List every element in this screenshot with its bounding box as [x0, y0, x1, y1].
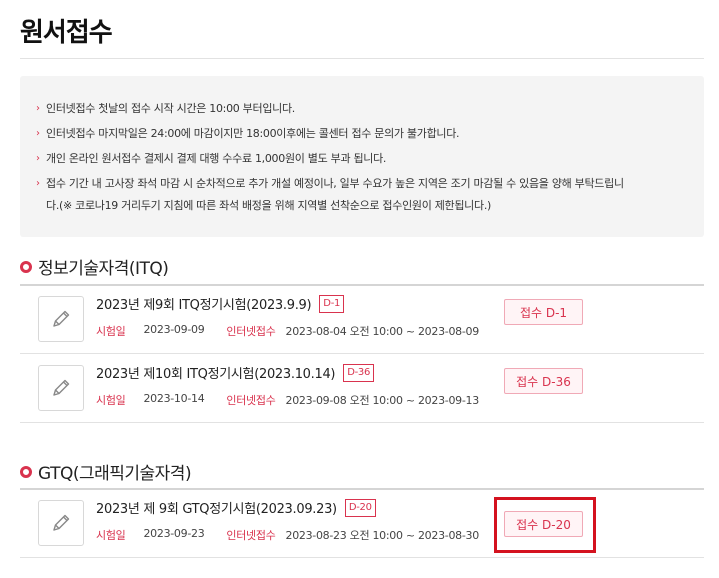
notice-item: › 개인 온라인 원서접수 결제시 결제 대행 수수료 1,000원이 별도 부과…	[36, 146, 688, 171]
apply-period-label: 인터넷접수	[226, 394, 276, 407]
notice-box: › 인터넷접수 첫날의 접수 시작 시간은 10:00 부터입니다. › 인터넷접수…	[20, 76, 704, 237]
exam-meta: 시험일 2023-10-14 인터넷접수 2023-09-08 오전 10:00…	[96, 392, 501, 408]
exam-title: 2023년 제9회 ITQ정기시험(2023.9.9) D-1	[96, 294, 345, 313]
highlight-box	[494, 497, 596, 553]
section-title-itq: 정보기술자격(ITQ)	[20, 254, 169, 279]
row-divider	[20, 353, 704, 354]
exam-date-value: 2023-09-23	[143, 527, 205, 540]
exam-meta: 시험일 2023-09-09 인터넷접수 2023-08-04 오전 10:00…	[96, 323, 501, 339]
apply-period-label: 인터넷접수	[226, 325, 276, 338]
exam-date-label: 시험일	[96, 325, 126, 338]
notice-item: › 인터넷접수 첫날의 접수 시작 시간은 10:00 부터입니다.	[36, 96, 688, 121]
exam-title: 2023년 제10회 ITQ정기시험(2023.10.14) D-36	[96, 363, 375, 382]
exam-row: 2023년 제9회 ITQ정기시험(2023.9.9) D-1 시험일 2023-…	[20, 286, 704, 354]
apply-button[interactable]: 접수 D-36	[504, 368, 583, 394]
bullet-icon: ›	[36, 178, 40, 189]
exam-title: 2023년 제 9회 GTQ정기시험(2023.09.23) D-20	[96, 498, 376, 517]
dday-badge: D-1	[319, 294, 345, 313]
apply-period-value: 2023-09-08 오전 10:00 ~ 2023-09-13	[285, 394, 480, 407]
page-title: 원서접수	[20, 18, 113, 48]
dday-badge: D-36	[343, 363, 375, 382]
circle-bullet-icon	[20, 465, 32, 478]
apply-period-label: 인터넷접수	[226, 529, 276, 542]
notice-item: › 인터넷접수 마지막일은 24:00에 마감이지만 18:00이후에는 콜센터 …	[36, 121, 688, 146]
exam-date-value: 2023-10-14	[143, 392, 205, 405]
pencil-icon	[38, 296, 84, 342]
title-divider	[20, 58, 704, 59]
apply-button[interactable]: 접수 D-1	[504, 299, 583, 325]
exam-row: 2023년 제10회 ITQ정기시험(2023.10.14) D-36 시험일 2…	[20, 355, 704, 423]
bullet-icon: ›	[36, 153, 40, 164]
pencil-icon	[38, 365, 84, 411]
exam-date-label: 시험일	[96, 394, 126, 407]
pencil-icon	[38, 500, 84, 546]
bullet-icon: ›	[36, 103, 40, 114]
circle-bullet-icon	[20, 260, 32, 273]
apply-period-value: 2023-08-23 오전 10:00 ~ 2023-08-30	[285, 529, 480, 542]
row-divider	[20, 422, 704, 423]
exam-row: 2023년 제 9회 GTQ정기시험(2023.09.23) D-20 시험일 2…	[20, 490, 704, 558]
exam-date-label: 시험일	[96, 529, 126, 542]
apply-period-value: 2023-08-04 오전 10:00 ~ 2023-08-09	[285, 325, 480, 338]
row-divider	[20, 557, 704, 558]
section-title-gtq: GTQ(그래픽기술자격)	[20, 459, 192, 484]
notice-item: › 접수 기간 내 고사장 좌석 마감 시 순차적으로 추가 개설 예정이나, 일…	[36, 173, 688, 217]
exam-date-value: 2023-09-09	[143, 323, 205, 336]
exam-meta: 시험일 2023-09-23 인터넷접수 2023-08-23 오전 10:00…	[96, 527, 501, 543]
bullet-icon: ›	[36, 128, 40, 139]
dday-badge: D-20	[344, 498, 376, 517]
